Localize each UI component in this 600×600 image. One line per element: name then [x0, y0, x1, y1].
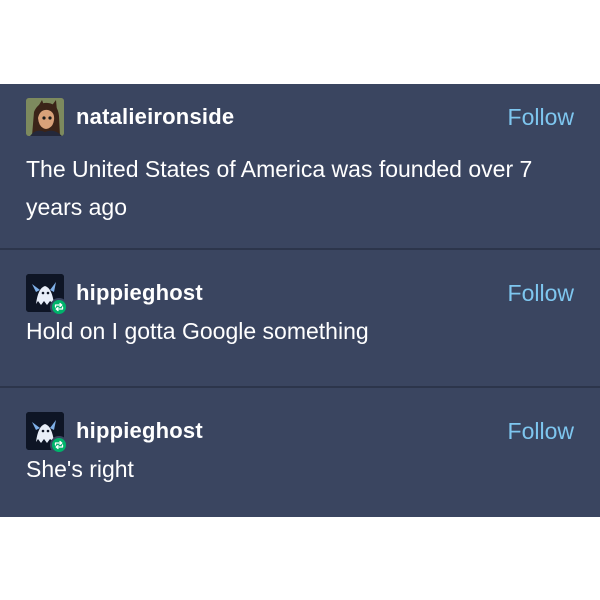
reblog-thread: natalieironside Follow The United States… — [0, 84, 600, 517]
post-header: hippieghost Follow — [26, 274, 574, 316]
username[interactable]: hippieghost — [76, 280, 203, 306]
post-text: She's right — [26, 456, 134, 482]
post: hippieghost Follow She's right — [0, 388, 600, 517]
post-text: The United States of America was founded… — [26, 156, 533, 220]
follow-button[interactable]: Follow — [508, 104, 574, 131]
post-header: hippieghost Follow — [26, 412, 574, 454]
post: natalieironside Follow The United States… — [0, 84, 600, 248]
avatar[interactable] — [26, 98, 64, 136]
follow-button[interactable]: Follow — [508, 280, 574, 307]
post-text: Hold on I gotta Google something — [26, 318, 369, 344]
post: hippieghost Follow Hold on I gotta Googl… — [0, 250, 600, 386]
follow-button[interactable]: Follow — [508, 418, 574, 445]
post-header: natalieironside Follow — [26, 98, 574, 138]
cartoon-character-avatar-icon — [26, 98, 64, 136]
username[interactable]: hippieghost — [76, 418, 203, 444]
username[interactable]: natalieironside — [76, 104, 234, 130]
